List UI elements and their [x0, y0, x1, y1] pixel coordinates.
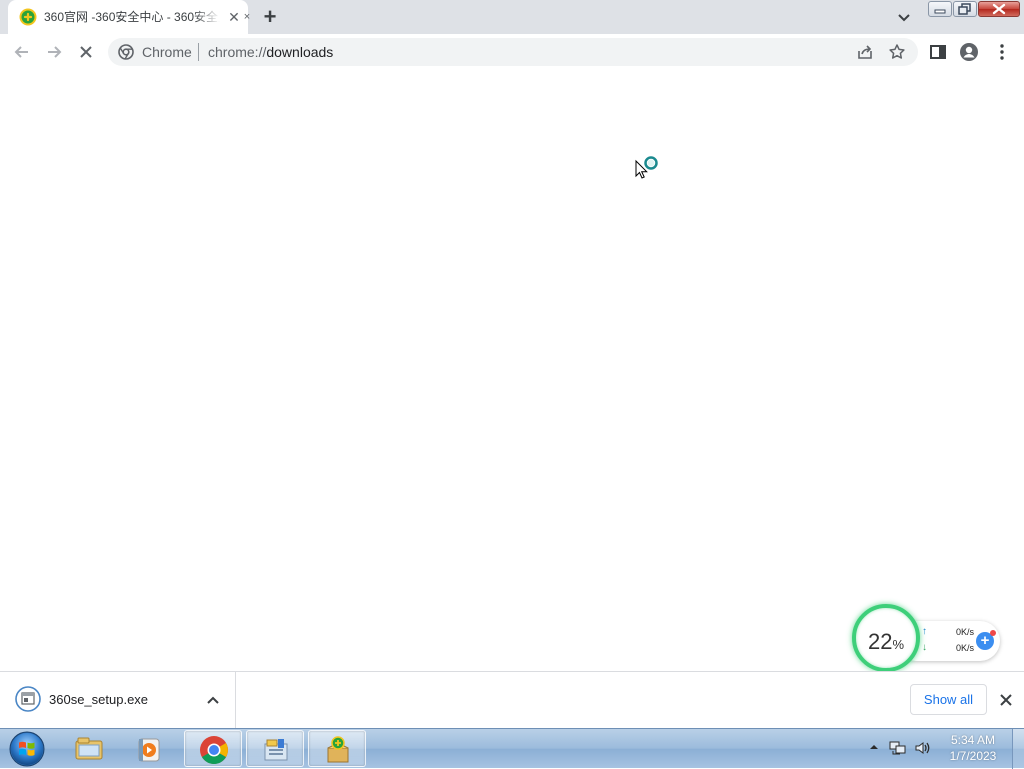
upload-speed: 0K/s: [955, 627, 974, 637]
new-tab-button[interactable]: +: [258, 5, 282, 29]
browser-toolbar: Chrome chrome://downloads: [0, 34, 1024, 72]
notification-dot: [990, 630, 996, 636]
busy-cursor-icon: [635, 156, 658, 179]
percent-sign: %: [892, 637, 905, 652]
download-speed: 0K/s: [955, 643, 974, 653]
page-content: [0, 71, 1024, 671]
show-all-button[interactable]: Show all: [910, 684, 987, 715]
tab-strip: 360官网 -360安全中心 - 360安全卫士 ✕ × +: [0, 0, 1024, 34]
show-desktop-button[interactable]: [1012, 729, 1024, 769]
network-icon[interactable]: [888, 739, 908, 757]
taskbar-file-manager-button[interactable]: [246, 730, 304, 767]
windows-start-orb-icon[interactable]: [6, 729, 48, 769]
chrome-chip-label: Chrome: [142, 44, 192, 60]
address-bar[interactable]: Chrome chrome://downloads: [108, 38, 918, 66]
taskbar-chrome-button[interactable]: [184, 730, 242, 767]
forward-arrow-icon[interactable]: [44, 42, 64, 62]
download-shelf: 360se_setup.exe Show all: [0, 671, 1024, 728]
minimize-button[interactable]: [928, 1, 952, 17]
more-menu-icon[interactable]: [992, 42, 1012, 62]
file-manager-icon: [264, 739, 288, 761]
volume-icon[interactable]: [914, 739, 932, 757]
window-close-button[interactable]: [978, 1, 1020, 17]
omnibox-divider: [198, 43, 199, 61]
close-icon[interactable]: ✕: [226, 9, 242, 25]
tab-sliver-close-icon[interactable]: ×: [242, 9, 252, 25]
clock-date[interactable]: 1/7/2023: [942, 749, 1004, 764]
share-icon[interactable]: [856, 43, 874, 61]
tab-title: 360官网 -360安全中心 - 360安全卫士: [44, 10, 220, 24]
restore-icon: [958, 3, 971, 15]
side-panel-icon[interactable]: [928, 42, 948, 62]
memory-percent: 22%: [856, 629, 916, 658]
download-item[interactable]: 360se_setup.exe: [0, 672, 236, 728]
taskbar-360-installer-button[interactable]: [308, 730, 366, 767]
profile-avatar-icon[interactable]: [959, 42, 979, 62]
tray-expand-chevron-up-icon[interactable]: [868, 741, 880, 753]
upload-arrow-icon: ↑: [922, 626, 927, 637]
back-arrow-icon[interactable]: [12, 42, 32, 62]
bookmark-star-icon[interactable]: [888, 43, 906, 61]
restore-button[interactable]: [953, 1, 977, 17]
media-player-icon: [138, 738, 160, 762]
memory-usage-ring[interactable]: 22%: [852, 604, 920, 672]
chrome-logo-icon: [118, 44, 134, 60]
taskbar-explorer-button[interactable]: [60, 730, 118, 767]
tab-search-chevron-down-icon[interactable]: [894, 7, 914, 27]
windows-taskbar: 5:34 AM 1/7/2023: [0, 728, 1024, 769]
net-speed-widget[interactable]: 22% ↑ 0K/s ↓ 0K/s +: [852, 604, 1004, 676]
taskbar-media-player-button[interactable]: [120, 730, 178, 767]
close-icon[interactable]: [998, 692, 1014, 708]
minimize-icon: [934, 9, 946, 14]
360-installer-icon: [327, 736, 349, 763]
download-filename: 360se_setup.exe: [49, 692, 149, 707]
url-path: downloads: [266, 44, 334, 60]
clock-time[interactable]: 5:34 AM: [942, 733, 1004, 748]
chevron-up-icon[interactable]: [205, 692, 221, 708]
360-logo-icon: [19, 8, 37, 26]
stop-loading-icon[interactable]: [76, 42, 96, 62]
url-scheme: chrome://: [208, 44, 267, 60]
windows-explorer-icon: [75, 737, 103, 760]
download-arrow-icon: ↓: [922, 642, 927, 653]
chrome-icon: [200, 736, 228, 764]
tab-360-official[interactable]: 360官网 -360安全中心 - 360安全卫士 ✕: [8, 0, 248, 34]
url-text[interactable]: chrome://downloads: [208, 44, 333, 60]
memory-percent-value: 22: [867, 629, 893, 654]
close-icon: [992, 3, 1006, 15]
installer-file-icon: [15, 686, 41, 712]
